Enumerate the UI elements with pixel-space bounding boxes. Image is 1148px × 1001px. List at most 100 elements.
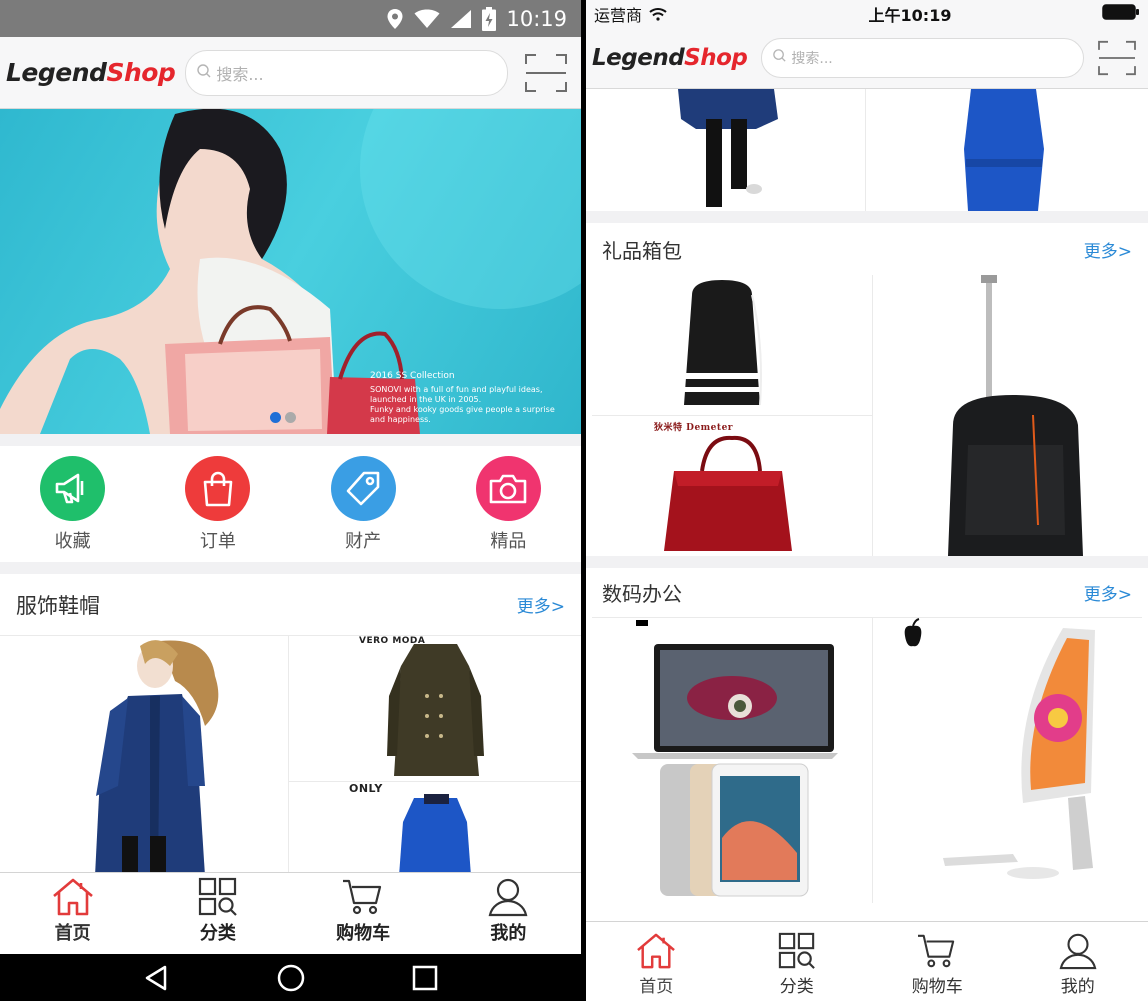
product-cell[interactable]: [866, 89, 1148, 211]
quick-link-label: 精品: [490, 531, 527, 552]
search-input[interactable]: 搜索...: [185, 49, 508, 96]
carrier-label: 运营商: [594, 5, 643, 25]
quick-link-favorites[interactable]: 收藏: [28, 456, 118, 562]
product-image-macbook-ipad: [632, 620, 838, 897]
product-image-coat: [678, 89, 778, 207]
product-cell[interactable]: [592, 275, 872, 416]
tab-home[interactable]: 首页: [18, 877, 128, 954]
section-header: 数码办公 更多>: [592, 568, 1142, 618]
product-image-backpack: [684, 280, 762, 406]
tab-cart[interactable]: 购物车: [308, 877, 418, 954]
product-cell[interactable]: [0, 636, 289, 876]
carousel-dot[interactable]: [285, 412, 296, 423]
quick-link-assets[interactable]: 财产: [318, 456, 408, 562]
product-image-rolling-bag: [948, 275, 1083, 556]
tag-icon: [330, 456, 396, 521]
tab-category[interactable]: 分类: [163, 877, 273, 954]
section-title: 数码办公: [602, 582, 682, 606]
product-grid: [586, 618, 1148, 903]
scan-icon: [1098, 40, 1136, 75]
carousel-dots[interactable]: [270, 408, 300, 427]
tab-label: 首页: [639, 977, 674, 997]
section-header: 礼品箱包 更多>: [586, 223, 1148, 275]
carousel-dot-active[interactable]: [270, 412, 281, 423]
product-cell[interactable]: 狄米特 Demeter: [592, 416, 872, 556]
section-more-link[interactable]: 更多>: [1084, 580, 1132, 605]
product-column: VERO MODA ONLY: [289, 636, 581, 876]
product-image-blue-coat: [399, 794, 471, 876]
bottom-tab-bar: 首页 分类 购物车 我的: [586, 921, 1148, 1001]
section-bags: 礼品箱包 更多> 狄米特 Demeter: [586, 223, 1148, 556]
signal-icon: [450, 9, 472, 29]
status-time: 10:19: [506, 6, 567, 31]
shopping-bag-icon: [185, 456, 251, 521]
android-phone: 10:19 LegendShop 搜索... 2016 SS Collectio…: [0, 0, 581, 1001]
category-grid-icon: [778, 932, 815, 969]
megaphone-icon: [40, 456, 106, 521]
product-cell[interactable]: [873, 275, 1142, 556]
product-image-red-handbag: [664, 435, 792, 551]
section-title: 服饰鞋帽: [16, 593, 100, 618]
screenshot-root: 10:19 LegendShop 搜索... 2016 SS Collectio…: [0, 0, 1148, 1001]
scan-icon: [525, 53, 568, 92]
camera-icon: [475, 456, 541, 521]
tab-profile[interactable]: 我的: [453, 877, 563, 954]
product-grid: 狄米特 Demeter: [586, 275, 1148, 556]
bottom-tab-bar: 首页 分类 购物车 我的: [0, 872, 581, 954]
section-apparel: 服饰鞋帽 更多> VERO MODA ONLY: [0, 574, 581, 876]
status-time: 上午10:19: [868, 5, 952, 25]
search-placeholder: 搜索...: [791, 50, 833, 67]
banner-caption-title: 2016 SS Collection: [370, 371, 455, 381]
quick-link-label: 订单: [199, 531, 236, 552]
ios-status-bar: 运营商 上午10:19: [586, 0, 1148, 27]
scan-qr-button[interactable]: [522, 50, 571, 96]
wifi-icon: [649, 7, 667, 21]
tab-label: 分类: [779, 977, 814, 997]
quick-link-orders[interactable]: 订单: [173, 456, 263, 562]
product-image-coat: [95, 640, 219, 876]
legendshop-logo[interactable]: LegendShop: [592, 45, 753, 71]
brand-label: ONLY: [349, 782, 383, 795]
banner-caption-line: SONOVI with a full of fun and playful id…: [370, 385, 543, 394]
tab-label: 我的: [490, 923, 527, 944]
location-icon: [386, 8, 404, 30]
product-cell[interactable]: ONLY: [289, 782, 581, 876]
quick-link-label: 财产: [345, 531, 382, 552]
back-nav-icon[interactable]: [143, 964, 171, 992]
search-icon: [196, 63, 212, 83]
banner-caption-line: launched in the UK in 2005.: [370, 395, 482, 404]
promo-banner[interactable]: 2016 SS Collection SONOVI with a full of…: [0, 109, 581, 434]
tab-home[interactable]: 首页: [601, 932, 711, 1001]
app-header: LegendShop 搜索...: [586, 27, 1148, 89]
tab-label: 分类: [199, 923, 236, 944]
user-icon: [489, 878, 528, 917]
section-more-link[interactable]: 更多>: [1084, 237, 1132, 262]
section-digital: 数码办公 更多>: [586, 568, 1148, 903]
android-nav-bar: [0, 954, 581, 1001]
android-status-bar: 10:19: [0, 0, 581, 37]
home-icon: [52, 878, 93, 916]
home-nav-icon[interactable]: [276, 963, 306, 993]
quick-link-featured[interactable]: 精品: [463, 456, 553, 562]
tab-profile[interactable]: 我的: [1023, 932, 1133, 1001]
search-input[interactable]: 搜索...: [761, 37, 1085, 78]
tab-category[interactable]: 分类: [742, 932, 852, 1001]
product-cell[interactable]: [592, 618, 873, 903]
quick-link-label: 收藏: [54, 531, 91, 552]
product-cell[interactable]: VERO MODA: [289, 636, 581, 782]
category-grid-icon: [198, 877, 237, 916]
scan-qr-button[interactable]: [1094, 38, 1140, 78]
tab-label: 我的: [1060, 977, 1095, 997]
recents-nav-icon[interactable]: [412, 965, 438, 991]
brand-label: VERO MODA: [359, 636, 426, 646]
tab-cart[interactable]: 购物车: [882, 932, 992, 1001]
legendshop-logo[interactable]: LegendShop: [6, 58, 176, 87]
product-grid: VERO MODA ONLY: [0, 636, 581, 876]
product-grid-continued: [586, 89, 1148, 211]
apple-logo-icon: [904, 618, 922, 647]
section-more-link[interactable]: 更多>: [517, 592, 565, 617]
home-icon: [637, 933, 676, 969]
product-cell[interactable]: [586, 89, 866, 211]
product-cell[interactable]: [873, 618, 1142, 903]
app-header: LegendShop 搜索...: [0, 37, 581, 109]
